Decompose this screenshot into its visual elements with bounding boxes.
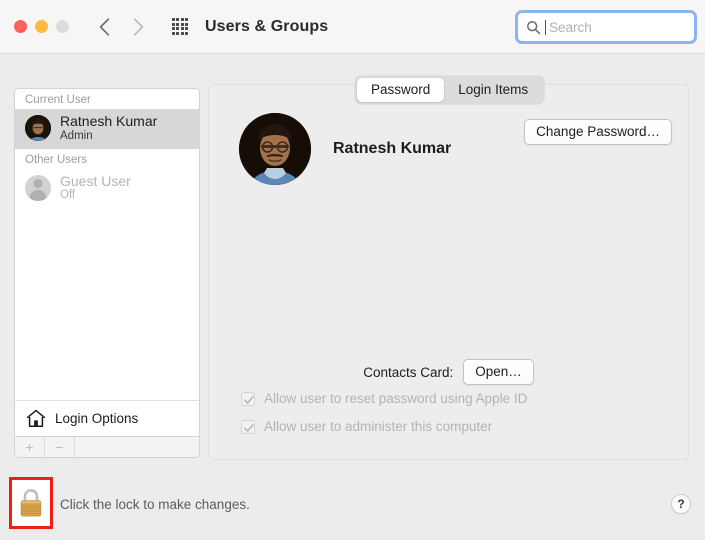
sidebar-item-guest-user[interactable]: Guest User Off <box>15 169 199 209</box>
sidebar-item-meta: Ratnesh Kumar Admin <box>60 113 158 143</box>
chevron-right-icon[interactable] <box>125 14 151 40</box>
avatar[interactable] <box>239 113 311 185</box>
lock-button[interactable] <box>9 477 53 529</box>
avatar <box>25 115 51 142</box>
minimize-button[interactable] <box>35 20 48 33</box>
sidebar-item-role: Off <box>60 189 76 202</box>
zoom-button[interactable] <box>56 20 69 33</box>
change-password-button[interactable]: Change Password… <box>524 119 672 145</box>
navigation-buttons <box>91 14 151 40</box>
checkbox-label: Allow user to reset password using Apple… <box>264 391 528 406</box>
add-user-button[interactable]: + <box>15 437 45 457</box>
checkmark-icon[interactable] <box>241 391 255 406</box>
text-cursor <box>545 19 546 35</box>
search-icon <box>526 20 541 35</box>
chevron-left-icon[interactable] <box>91 14 117 40</box>
checkbox-row-administer-computer[interactable]: Allow user to administer this computer <box>241 419 527 434</box>
permissions-checkbox-group: Allow user to reset password using Apple… <box>241 391 527 434</box>
users-sidebar[interactable]: Current User Ratnesh Kumar Admin Other U… <box>14 88 200 432</box>
closed-padlock-icon <box>18 486 44 525</box>
tab-password[interactable]: Password <box>357 78 445 102</box>
sidebar-group-header-current-user: Current User <box>25 94 91 106</box>
checkmark-icon[interactable] <box>241 419 255 434</box>
search-field[interactable] <box>515 10 697 44</box>
traffic-lights <box>14 20 69 33</box>
users-and-groups-window: Users & Groups Current User <box>0 0 705 540</box>
sidebar-item-meta: Guest User Off <box>60 172 131 203</box>
tab-login-items[interactable]: Login Items <box>444 78 542 102</box>
lock-message: Click the lock to make changes. <box>60 497 250 512</box>
show-all-grid-icon[interactable] <box>169 16 191 38</box>
titlebar: Users & Groups <box>0 0 705 54</box>
home-icon <box>26 409 46 428</box>
person-placeholder-icon <box>25 174 51 201</box>
contacts-card-label: Contacts Card: <box>363 364 454 380</box>
remove-user-button[interactable]: − <box>45 437 75 457</box>
contacts-card-row: Contacts Card: Open… <box>209 359 688 385</box>
user-profile: Ratnesh Kumar <box>239 113 451 185</box>
sidebar-item-label: Login Options <box>55 411 139 426</box>
sidebar-group-header-other-users: Other Users <box>25 153 87 166</box>
sidebar-item-role: Admin <box>60 129 93 142</box>
checkbox-row-reset-password[interactable]: Allow user to reset password using Apple… <box>241 391 527 406</box>
main-panel: Password Login Items Ratnesh Kumar Chang… <box>208 76 689 460</box>
sidebar-toolbar: + − <box>14 436 200 458</box>
sidebar-item-label: Ratnesh Kumar <box>60 113 158 129</box>
tab-bar: Password Login Items <box>355 76 545 104</box>
open-contacts-card-button[interactable]: Open… <box>463 359 534 385</box>
sidebar-item-login-options[interactable]: Login Options <box>14 400 200 436</box>
sidebar-item-ratnesh-kumar[interactable]: Ratnesh Kumar Admin <box>15 109 199 149</box>
checkbox-label: Allow user to administer this computer <box>264 419 493 434</box>
profile-name: Ratnesh Kumar <box>333 140 452 157</box>
close-button[interactable] <box>14 20 27 33</box>
sidebar-item-label: Guest User <box>60 172 131 189</box>
help-button[interactable]: ? <box>671 494 691 514</box>
page-title: Users & Groups <box>205 17 329 35</box>
search-input[interactable] <box>549 19 679 35</box>
